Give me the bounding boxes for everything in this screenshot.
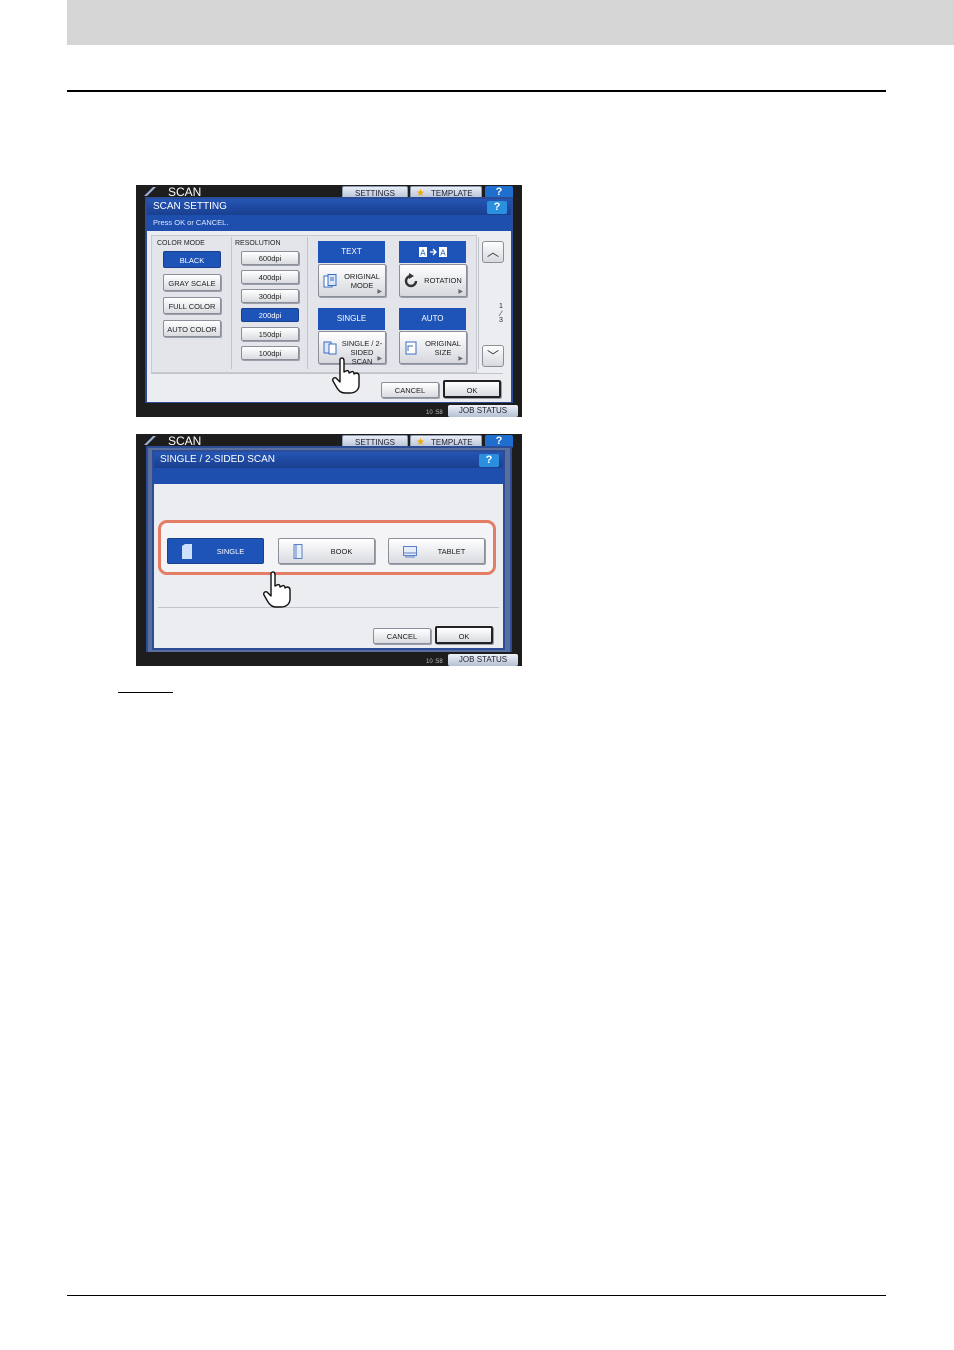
original-size-button[interactable]: ORIGINAL SIZE ▶ <box>399 331 467 364</box>
note-underline <box>118 692 173 693</box>
single-2sided-screenshot: SCAN SETTINGS ★ TEMPLATE ? SINGLE / 2-SID… <box>136 434 522 666</box>
resolution-300dpi[interactable]: 300dpi <box>241 289 299 303</box>
job-status-button[interactable]: JOB STATUS <box>448 654 518 666</box>
single-2sided-value: SINGLE <box>318 308 385 330</box>
page-indicator: 1 ∕ 3 <box>491 303 511 324</box>
divider <box>307 237 308 369</box>
choice-single[interactable]: SINGLE <box>167 538 264 564</box>
dialog-help-button[interactable]: ? <box>487 201 507 214</box>
original-mode-value: TEXT <box>318 241 385 263</box>
resolution-150dpi[interactable]: 150dpi <box>241 327 299 341</box>
color-mode-label: COLOR MODE <box>157 240 205 247</box>
duplex-icon <box>323 341 337 355</box>
dialog-separator <box>151 373 503 374</box>
single-2sided-dialog: SINGLE / 2-SIDED SCAN ? SINGLE BOOK TABL… <box>152 450 505 650</box>
single-page-icon <box>182 544 192 559</box>
choice-tablet[interactable]: TABLET <box>388 538 485 564</box>
choice-book-label: BOOK <box>330 547 353 556</box>
pointer-hand-icon <box>332 357 360 394</box>
ok-button[interactable]: OK <box>435 626 493 644</box>
svg-text:A: A <box>440 248 446 257</box>
scan-logo-icon <box>144 436 156 445</box>
book-icon <box>293 544 303 559</box>
ok-button[interactable]: OK <box>443 380 501 398</box>
expand-arrow-icon: ▶ <box>458 356 463 362</box>
svg-text:A: A <box>420 248 426 257</box>
dialog-separator <box>158 607 499 608</box>
single-2sided-label-l1: SINGLE / 2- <box>341 339 383 348</box>
rotation-button[interactable]: ROTATION ▶ <box>399 264 467 297</box>
dialog-title: SINGLE / 2-SIDED SCAN <box>154 452 503 468</box>
resolution-label: RESOLUTION <box>235 240 281 247</box>
dialog-help-button[interactable]: ? <box>479 454 499 467</box>
expand-arrow-icon: ▶ <box>377 289 382 295</box>
resolution-100dpi[interactable]: 100dpi <box>241 346 299 360</box>
chevron-up-icon: ︿ <box>486 245 499 259</box>
color-mode-black[interactable]: BLACK <box>163 251 221 268</box>
header-rule <box>67 90 886 92</box>
choice-book[interactable]: BOOK <box>278 538 375 564</box>
rotation-label: ROTATION <box>424 276 462 285</box>
original-size-label-l1: ORIGINAL <box>425 339 461 348</box>
color-mode-auto-color[interactable]: AUTO COLOR <box>163 320 221 337</box>
divider <box>231 237 232 369</box>
scroll-down-button[interactable]: ﹀ <box>482 345 504 367</box>
rotation-value: AA <box>399 241 466 263</box>
expand-arrow-icon: ▶ <box>377 356 382 362</box>
dialog-message: Press OK or CANCEL. <box>147 215 511 231</box>
choice-tablet-label: TABLET <box>437 547 466 556</box>
choice-single-label: SINGLE <box>216 547 245 556</box>
resolution-600dpi[interactable]: 600dpi <box>241 251 299 265</box>
scan-setting-screenshot: SCAN SETTINGS ★ TEMPLATE ? SCAN SETTING ?… <box>136 185 522 417</box>
rotation-icon <box>404 273 418 288</box>
dialog-title: SCAN SETTING <box>147 199 511 215</box>
color-mode-gray-scale[interactable]: GRAY SCALE <box>163 274 221 291</box>
footer-rule <box>67 1295 886 1296</box>
cancel-button[interactable]: CANCEL <box>373 628 431 644</box>
page-slash: ∕ <box>500 309 502 318</box>
original-mode-icon <box>323 274 337 288</box>
original-size-icon <box>405 341 417 355</box>
color-mode-full-color[interactable]: FULL COLOR <box>163 297 221 314</box>
rotation-state-icon: AA <box>418 246 447 257</box>
original-mode-button[interactable]: ORIGINAL MODE ▶ <box>318 264 386 297</box>
status-strip: 10 :58 JOB STATUS <box>136 652 522 666</box>
clock: 10 :58 <box>426 659 443 665</box>
clock: 10 :58 <box>426 410 443 416</box>
tablet-icon <box>403 546 417 558</box>
resolution-200dpi[interactable]: 200dpi <box>241 308 299 322</box>
scan-setting-dialog: SCAN SETTING ? Press OK or CANCEL. COLOR… <box>145 197 513 404</box>
status-strip: 10 :58 JOB STATUS <box>136 403 522 417</box>
original-mode-label-l1: ORIGINAL <box>344 272 380 281</box>
divider <box>478 237 479 369</box>
scan-logo-icon <box>144 187 156 196</box>
chevron-down-icon: ﹀ <box>486 349 499 363</box>
dialog-message-bar <box>154 468 503 484</box>
job-status-button[interactable]: JOB STATUS <box>448 405 518 417</box>
choice-highlight: SINGLE BOOK TABLET <box>158 520 496 575</box>
scroll-up-button[interactable]: ︿ <box>482 241 504 263</box>
cancel-button[interactable]: CANCEL <box>381 382 439 398</box>
pointer-hand-icon <box>263 571 291 608</box>
page-total: 3 <box>499 317 503 324</box>
resolution-400dpi[interactable]: 400dpi <box>241 270 299 284</box>
expand-arrow-icon: ▶ <box>458 289 463 295</box>
header-band <box>67 0 954 45</box>
original-size-value: AUTO <box>399 308 466 330</box>
